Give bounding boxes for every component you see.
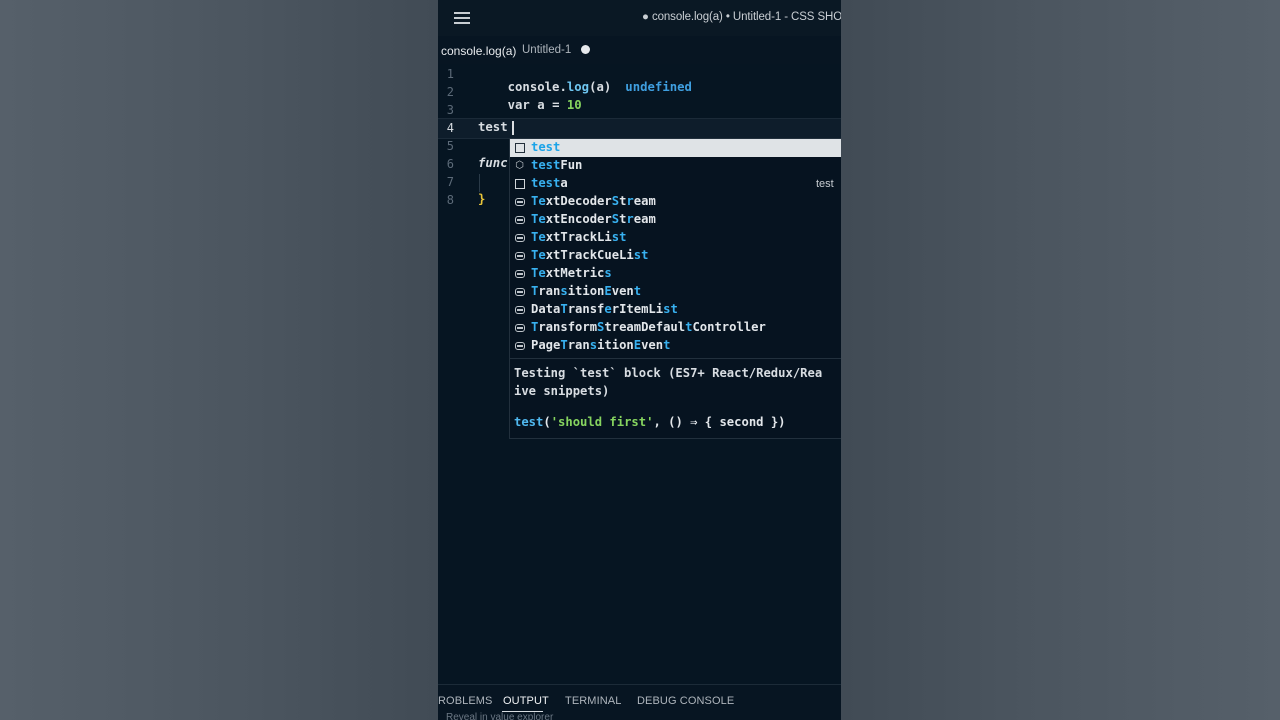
suggestion-label: TextDecoderStream [531,194,656,208]
suggestion-item[interactable]: TransformStreamDefaultController [510,319,841,337]
suggestion-details-panel: Testing `test` block (ES7+ React/Redux/R… [509,358,841,439]
line-number-active: 4 [446,121,454,135]
line-number: 5 [446,139,454,153]
panel-hint-text: Reveal in value explorer [446,712,554,720]
variable-icon [515,306,525,314]
code-token: test [514,415,544,429]
suggestion-item[interactable]: ⬡ testFun [510,157,841,175]
tab-console-log[interactable]: console.log(a) [441,44,516,58]
suggestion-item[interactable]: TextDecoderStream [510,193,841,211]
variable-icon [515,288,525,296]
code-token: = [552,98,560,112]
line-number: 8 [446,193,454,207]
variable-icon [515,342,525,350]
code-token: , () ⇒ { second }) [653,415,786,429]
suggestion-item[interactable]: TransitionEvent [510,283,841,301]
cube-icon: ⬡ [515,160,524,171]
match-highlight: test [531,176,561,190]
suggestion-label: PageTransitionEvent [531,338,671,352]
title-bar: ● console.log(a) • Untitled-1 - CSS SHO [438,0,841,36]
tab-problems[interactable]: ROBLEMS [438,695,493,707]
suggestion-label: TransitionEvent [531,284,642,298]
inline-value-annotation: undefined [625,80,692,94]
vscode-window: ● console.log(a) • Untitled-1 - CSS SHO … [438,0,841,720]
code-line-6[interactable]: func [478,156,508,170]
code-token: var [507,98,530,112]
line-number: 6 [446,157,454,171]
code-token: 'should first' [550,415,654,429]
snippet-preview: test('should first', () ⇒ { second }) [514,415,786,429]
tab-terminal[interactable]: TERMINAL [565,695,621,707]
panel-tab-bar: ROBLEMS OUTPUT TERMINAL DEBUG CONSOLE Re… [438,685,841,720]
suggestion-label: test [531,140,561,154]
unsaved-dot-icon[interactable] [581,45,590,54]
line-number: 3 [446,103,454,117]
suggestion-item[interactable]: testa test [510,175,841,193]
suggestion-label: TextEncoderStream [531,212,656,226]
tab-output[interactable]: OUTPUT [503,695,549,707]
code-line-4[interactable]: test [478,120,508,134]
suggestion-item[interactable]: TextTrackList [510,229,841,247]
variable-icon [515,324,525,332]
suggestion-item[interactable]: TextTrackCueList [510,247,841,265]
suggestion-item[interactable]: TextMetrics [510,265,841,283]
tab-debug-console[interactable]: DEBUG CONSOLE [637,695,734,707]
indent-guide [479,174,480,192]
code-token: a [537,98,545,112]
code-token: ( [543,415,551,429]
tab-description: Untitled-1 [522,44,572,56]
code-token: 10 [566,98,582,112]
suggestion-label: TransformStreamDefaultController [531,320,766,334]
suggestion-label: testa [531,176,568,190]
line-number: 2 [446,85,454,99]
editor-tab-bar: console.log(a) Untitled-1 [438,36,841,64]
code-token: (a) [589,80,612,94]
window-title: ● console.log(a) • Untitled-1 - CSS SHO [642,11,841,23]
text-cursor [512,121,514,135]
snippet-description: Testing `test` block (ES7+ React/Redux/R… [514,366,823,398]
snippet-icon [515,143,525,153]
variable-icon [515,270,525,278]
line-number: 1 [446,67,454,81]
suggestion-item[interactable]: DataTransferItemList [510,301,841,319]
line-number: 7 [446,175,454,189]
suggestion-detail: test [816,178,834,190]
variable-icon [515,234,525,242]
variable-icon [515,198,525,206]
match-highlight: test [531,158,561,172]
suggestion-label: TextMetrics [531,266,612,280]
snippet-icon [515,179,525,189]
suggestion-label: TextTrackCueList [531,248,649,262]
code-line-8[interactable]: } [478,192,485,206]
suggestion-item[interactable]: TextEncoderStream [510,211,841,229]
variable-icon [515,216,525,224]
variable-icon [515,252,525,260]
suggestion-label: DataTransferItemList [531,302,678,316]
suggestion-label: testFun [531,158,583,172]
hamburger-menu-icon[interactable] [454,12,470,24]
suggestion-item[interactable]: PageTransitionEvent [510,337,841,355]
suggestion-widget[interactable]: test ⬡ testFun testa test TextDecoderStr… [509,138,841,359]
suggestion-label: TextTrackList [531,230,627,244]
suggestion-item[interactable]: test [510,139,841,157]
